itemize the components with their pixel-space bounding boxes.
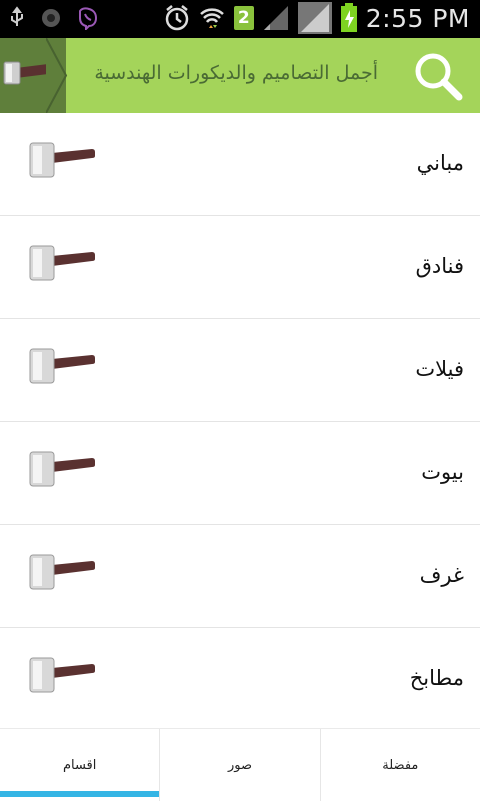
status-bar: 2 2:55 PM (0, 0, 480, 38)
hammer-icon (29, 554, 95, 590)
usb-icon (11, 6, 23, 26)
list-item[interactable]: فنادق (0, 216, 480, 319)
list-item-label: فنادق (415, 254, 464, 278)
list-item[interactable]: فيلات (0, 319, 480, 422)
hammer-icon (29, 245, 95, 281)
clock: 2:55 PM (365, 3, 470, 33)
viber-icon (79, 7, 98, 30)
hammer-icon (29, 348, 95, 384)
list-item[interactable]: غرف (0, 525, 480, 628)
signal-icon-2 (297, 2, 332, 34)
tab-favorites[interactable]: مفضلة (319, 729, 480, 801)
list-item[interactable]: مباني (0, 113, 480, 216)
list-item-label: فيلات (415, 357, 464, 381)
list-item-label: بيوت (421, 460, 464, 484)
hammer-icon (29, 142, 95, 178)
list-item-label: مباني (416, 151, 464, 175)
hammer-icon (29, 451, 95, 487)
list-item-label: غرف (419, 563, 464, 587)
app-bar: أجمل التصاميم والديكورات الهندسية (0, 38, 480, 113)
battery-charging-icon (340, 3, 357, 32)
list-item-label: مطابخ (409, 666, 464, 690)
record-icon (42, 9, 60, 27)
tab-photos[interactable]: صور (159, 729, 319, 801)
list-item[interactable]: بيوت (0, 422, 480, 525)
status-right-icons: 2 2:55 PM (164, 2, 470, 34)
wifi-icon (199, 8, 224, 28)
sim-badge-icon: 2 (233, 6, 254, 30)
search-icon[interactable] (412, 50, 464, 102)
app-title: أجمل التصاميم والديكورات الهندسية (94, 62, 378, 84)
hammer-icon (29, 657, 95, 693)
list-item[interactable]: مطابخ (0, 628, 480, 730)
alarm-icon (165, 5, 189, 31)
app-bar-wedge (46, 38, 68, 113)
tab-sections[interactable]: اقسام (0, 729, 160, 801)
category-list: مباني فنادق فيلات بيوت غرف مطابخ (0, 113, 480, 730)
status-left-icons (8, 6, 100, 30)
signal-icon (263, 6, 288, 30)
tab-bar: اقسام صور مفضلة (0, 728, 480, 801)
